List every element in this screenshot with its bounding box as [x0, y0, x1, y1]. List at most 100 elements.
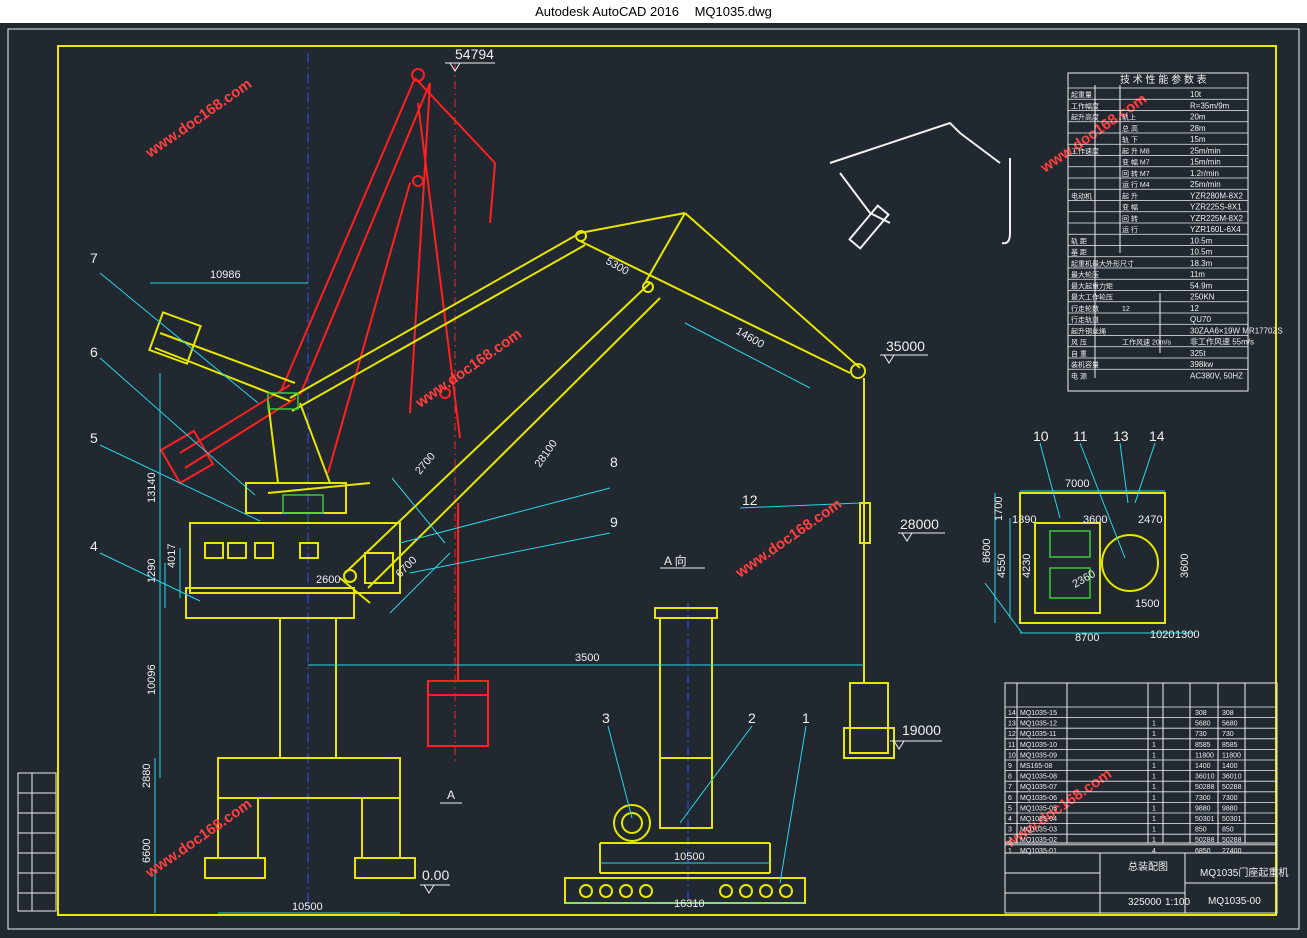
svg-text:10986: 10986	[210, 269, 241, 281]
svg-text:3600: 3600	[1179, 554, 1191, 578]
part-row-unit-weight: 6850	[1195, 848, 1211, 855]
part-row-total-weight: 11800	[1222, 752, 1241, 759]
part-row-code: MQ1035-10	[1020, 742, 1057, 749]
part-label: 4	[90, 538, 98, 554]
view-label-a: A	[447, 788, 455, 802]
part-row-qty: 1	[1152, 721, 1156, 728]
part-label: 12	[742, 492, 758, 508]
spec-row-value: R=35m/9m	[1190, 101, 1230, 110]
spec-row-value: YZR225M-8X2	[1190, 214, 1243, 223]
spec-row-label: 装机容量	[1071, 360, 1099, 369]
part-row-unit-weight: 730	[1195, 731, 1207, 738]
part-row-qty: 1	[1152, 795, 1156, 802]
part-row-code: MQ1035-02	[1020, 837, 1057, 844]
spec-row-label: 工作速度	[1071, 146, 1099, 155]
part-row-qty: 1	[1152, 784, 1156, 791]
svg-text:2600: 2600	[316, 574, 340, 586]
svg-text:5300: 5300	[604, 255, 631, 278]
spec-row-value: 10.5m	[1190, 236, 1213, 245]
part-row-code: MS165-08	[1020, 763, 1052, 770]
spec-row-value: 15m/min	[1190, 158, 1221, 167]
spec-row-value: YZR280M-8X2	[1190, 191, 1243, 200]
part-row-qty: 1	[1152, 742, 1156, 749]
spec-row-label: 起重量	[1071, 91, 1092, 99]
svg-text:7000: 7000	[1065, 478, 1089, 490]
spec-row-label: 轨 距	[1071, 236, 1087, 245]
elev-bucket: 19000	[902, 722, 941, 738]
spec-row-label: 电动机	[1071, 191, 1092, 200]
part-row-index: 1	[1008, 848, 1012, 855]
spec-row-value: 12	[1190, 304, 1199, 313]
part-label: 13	[1113, 428, 1129, 444]
hook-sketch	[829, 121, 1011, 250]
svg-text:2360: 2360	[1071, 568, 1098, 591]
watermark: www.doc168.com	[142, 75, 255, 161]
part-row-qty: 1	[1152, 774, 1156, 781]
spec-row-label: 起升钢丝绳	[1071, 326, 1106, 335]
spec-row-sub: 运 行	[1122, 225, 1138, 234]
spec-row-value: 20m	[1190, 113, 1206, 122]
part-row-unit-weight: 850	[1195, 827, 1207, 834]
svg-text:1500: 1500	[1135, 598, 1159, 610]
part-row-index: 2	[1008, 837, 1012, 844]
part-row-total-weight: 9880	[1222, 805, 1238, 812]
part-row-total-weight: 8585	[1222, 742, 1238, 749]
part-row-qty: 1	[1152, 731, 1156, 738]
part-row-unit-weight: 1400	[1195, 763, 1211, 770]
weight-value: 325000	[1128, 897, 1162, 908]
part-row-total-weight: 27400	[1222, 848, 1242, 855]
outer-border	[7, 28, 1300, 930]
part-row-index: 12	[1008, 731, 1016, 738]
part-row-total-weight: 1400	[1222, 763, 1238, 770]
window-title-bar: Autodesk AutoCAD 2016 MQ1035.dwg	[0, 0, 1307, 23]
svg-text:2700: 2700	[413, 450, 438, 476]
part-row-code: MQ1035-04	[1020, 816, 1057, 823]
spec-row-value: 11m	[1190, 270, 1205, 279]
boom-operating	[148, 212, 1166, 904]
part-row-code: MQ1035-12	[1020, 721, 1057, 728]
svg-text:3500: 3500	[575, 652, 599, 664]
elev-boom-tip: 35000	[886, 338, 925, 354]
part-row-qty: 1	[1152, 816, 1156, 823]
spec-row-value: 非工作风速 55m/s	[1190, 337, 1254, 347]
part-row-code: MQ1035-08	[1020, 774, 1057, 781]
part-row-unit-weight: 50288	[1195, 837, 1215, 844]
svg-text:4017: 4017	[166, 544, 178, 568]
spec-row-value: 28m	[1190, 124, 1206, 133]
spec-row-value: YZR225S-8X1	[1190, 203, 1242, 212]
spec-row-label: 起重机最大外形尺寸	[1071, 259, 1134, 268]
part-row-index: 6	[1008, 795, 1012, 802]
spec-row-value: 1.2r/min	[1190, 169, 1219, 178]
part-row-total-weight: 308	[1222, 710, 1234, 717]
spec-row-value: 398kw	[1190, 360, 1213, 369]
svg-text:1290: 1290	[146, 559, 158, 583]
spec-row-label: 最大轮压	[1071, 270, 1099, 279]
part-row-total-weight: 50301	[1222, 816, 1242, 823]
part-row-qty: 4	[1152, 848, 1156, 855]
elev-ground: 0.00	[422, 867, 449, 883]
part-row-total-weight: 5680	[1222, 721, 1238, 728]
svg-text:8600: 8600	[981, 539, 993, 563]
part-row-qty: 1	[1152, 763, 1156, 770]
spec-row-sub: 变 幅	[1122, 203, 1138, 212]
spec-row-value: 250KN	[1190, 293, 1215, 302]
part-label: 3	[602, 710, 610, 726]
parts-rows: 14 MQ1035-15 308 30813 MQ1035-12 1 5680 568012 M…	[1005, 706, 1277, 855]
spec-row-sub: 轨 下	[1122, 135, 1138, 144]
svg-text:6600: 6600	[141, 839, 153, 863]
drawing-canvas[interactable]: www.doc168.com www.doc168.com www.doc168…	[0, 23, 1307, 938]
svg-text:4550: 4550	[996, 554, 1008, 578]
assembly-label: 总装配图	[1128, 860, 1168, 873]
svg-text:8700: 8700	[1075, 632, 1099, 644]
spec-table-title: 技 术 性 能 参 数 表	[1120, 73, 1207, 86]
part-row-qty: 1	[1152, 752, 1156, 759]
spec-row-label: 风 压	[1071, 339, 1087, 347]
part-row-unit-weight: 50301	[1195, 816, 1215, 823]
spec-row-label: 基 距	[1071, 248, 1087, 257]
spec-row-sub: 工作风速 20m/s	[1122, 338, 1172, 347]
part-row-index: 7	[1008, 784, 1012, 791]
part-row-unit-weight: 308	[1195, 710, 1207, 717]
spec-row-value: 54.9m	[1190, 281, 1213, 290]
spec-row-sub: 回 转 M7	[1122, 169, 1150, 178]
part-row-unit-weight: 36010	[1195, 774, 1215, 781]
